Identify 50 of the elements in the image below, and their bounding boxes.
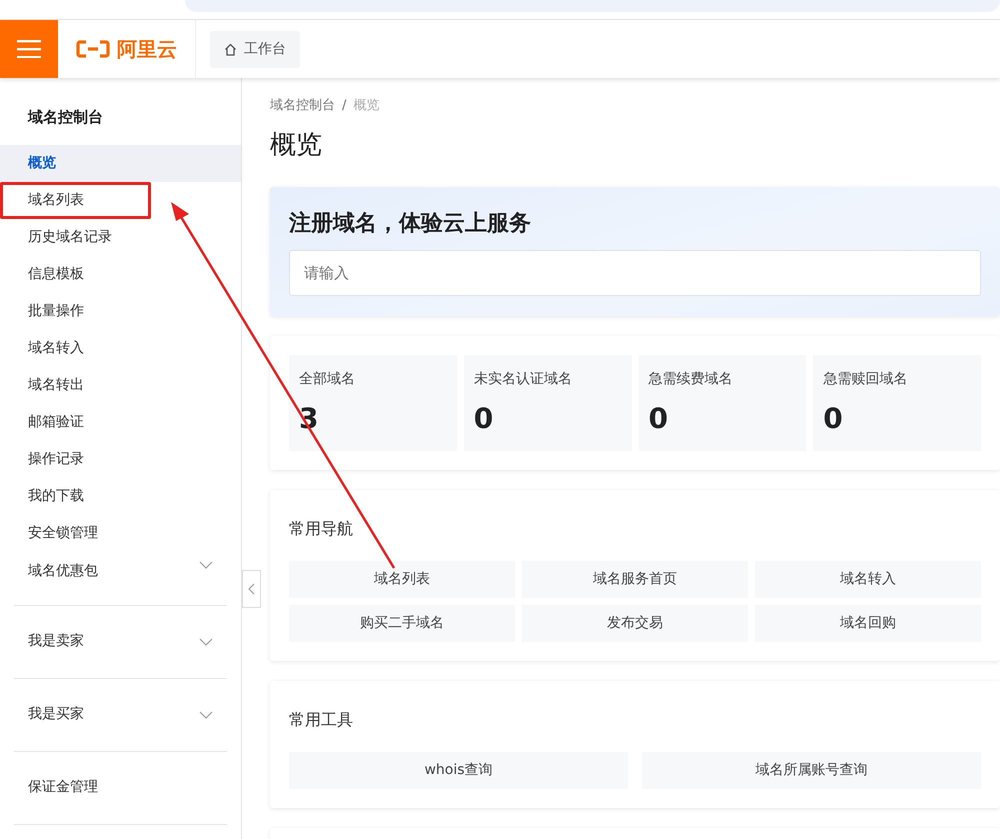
sidebar-item[interactable]: 我的下载	[0, 478, 241, 514]
collapse-sidebar-button[interactable]	[242, 570, 261, 608]
panel-title: 注册域名，体验云上服务	[289, 210, 532, 238]
menu-group-label: 我是卖家	[28, 632, 84, 651]
sidebar-item[interactable]: 操作记录	[0, 440, 241, 478]
home-icon	[224, 42, 237, 56]
breadcrumb-current: 概览	[353, 98, 380, 113]
nav-shortcut-button[interactable]: 域名服务首页	[522, 560, 748, 598]
domain-search-field[interactable]: 请输入	[289, 250, 981, 296]
stat-value: 0	[474, 400, 494, 437]
sidebar-item[interactable]: 概览	[0, 144, 241, 182]
sidebar-item[interactable]: 邮箱验证	[0, 404, 241, 440]
sidebar-item[interactable]: 批量操作	[0, 292, 241, 330]
section-title: 常用导航	[289, 518, 354, 540]
chevron-left-icon	[248, 583, 255, 595]
breadcrumb-link[interactable]: 域名控制台	[270, 98, 335, 113]
logo-text: 阿里云	[117, 36, 177, 63]
logo-icon	[76, 40, 110, 58]
menu-button[interactable]	[0, 20, 58, 78]
sidebar-group-toggle[interactable]: 我是卖家	[14, 606, 227, 678]
tool-button[interactable]: 域名所属账号查询	[642, 752, 981, 789]
stat-label: 急需续费域名	[648, 370, 734, 389]
stat-label: 急需赎回域名	[823, 370, 908, 389]
menu-group-label: 域名优惠包	[28, 562, 98, 580]
stat-label: 全部域名	[299, 370, 356, 389]
section-title: 常用工具	[289, 708, 354, 731]
breadcrumb-separator: /	[342, 98, 346, 113]
sidebar-group-toggle[interactable]: 域名优惠包	[14, 552, 227, 606]
sidebar-item[interactable]: 域名转出	[0, 366, 241, 404]
page-title: 概览	[270, 130, 323, 161]
sidebar-item[interactable]: 历史域名记录	[0, 218, 241, 256]
sidebar-item[interactable]: 域名列表	[0, 182, 151, 218]
workbench-button[interactable]: 工作台	[210, 30, 300, 68]
nav-shortcut-button[interactable]: 域名列表	[289, 560, 515, 598]
tool-button[interactable]: whois查询	[289, 752, 628, 789]
sidebar-item[interactable]: 安全锁管理	[0, 514, 241, 552]
stat-value: 0	[823, 400, 844, 437]
nav-shortcut-button[interactable]: 购买二手域名	[289, 604, 515, 642]
sidebar-item[interactable]: 信息模板	[0, 256, 241, 292]
nav-shortcut-button[interactable]: 域名回购	[755, 604, 981, 642]
sidebar-title: 域名控制台	[26, 107, 104, 128]
menu-icon	[17, 40, 41, 58]
stat-label: 未实名认证域名	[474, 370, 573, 389]
sidebar-item[interactable]: 域名转入	[0, 330, 241, 366]
menu-group-label: 我是买家	[28, 705, 84, 724]
nav-shortcut-button[interactable]: 域名转入	[755, 560, 981, 598]
sidebar-item[interactable]: 保证金管理	[14, 752, 227, 824]
stat-value: 0	[648, 400, 669, 437]
sidebar-group-toggle[interactable]: 我是买家	[14, 678, 227, 752]
nav-shortcut-button[interactable]: 发布交易	[522, 604, 748, 642]
